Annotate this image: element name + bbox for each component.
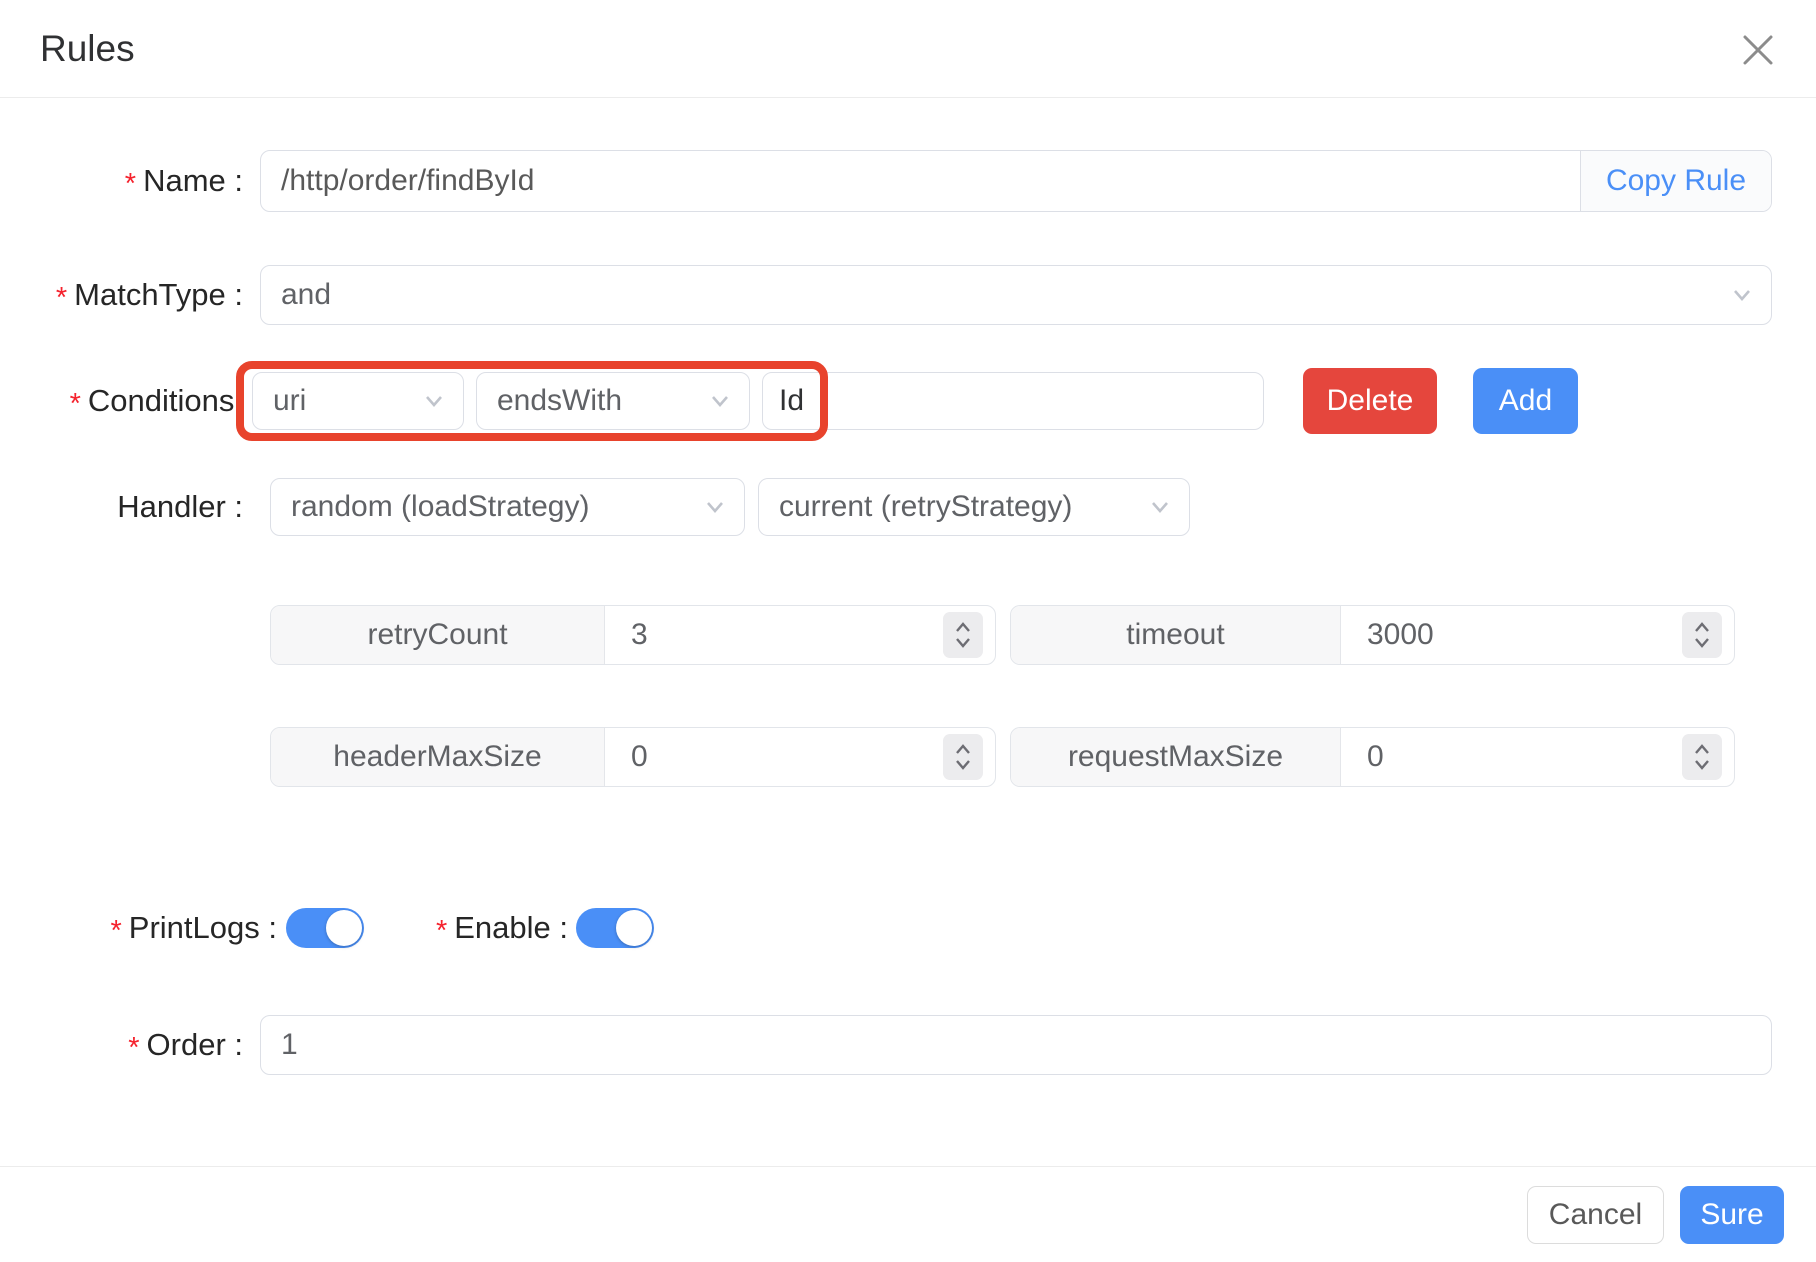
dialog-header: Rules bbox=[0, 0, 1816, 98]
param-timeout: timeout 3000 bbox=[1010, 605, 1735, 665]
matchtype-select[interactable]: and bbox=[260, 265, 1772, 325]
param-retrycount: retryCount 3 bbox=[270, 605, 996, 665]
chevron-down-icon bbox=[712, 396, 728, 407]
name-row: * Name : /http/order/findById Copy Rule bbox=[0, 150, 1816, 212]
matchtype-row: * MatchType : and bbox=[0, 265, 1816, 325]
chevron-down-icon bbox=[1734, 290, 1750, 301]
sure-button[interactable]: Sure bbox=[1680, 1186, 1784, 1244]
condition-key-select[interactable]: uri bbox=[252, 372, 464, 430]
name-input-group: /http/order/findById Copy Rule bbox=[260, 150, 1772, 212]
copy-rule-button[interactable]: Copy Rule bbox=[1580, 151, 1771, 211]
required-marker: * bbox=[124, 167, 137, 200]
stepper-arrows-icon bbox=[956, 622, 970, 648]
number-stepper[interactable] bbox=[1682, 734, 1722, 780]
number-stepper[interactable] bbox=[943, 734, 983, 780]
chevron-down-icon bbox=[426, 396, 442, 407]
printlogs-toggle[interactable] bbox=[286, 908, 364, 948]
param-label: retryCount bbox=[271, 606, 605, 664]
param-label: timeout bbox=[1011, 606, 1341, 664]
required-marker: * bbox=[110, 914, 122, 947]
param-timeout-input[interactable]: 3000 bbox=[1341, 606, 1734, 664]
handler-label: Handler : bbox=[117, 489, 243, 524]
footer-divider bbox=[0, 1166, 1816, 1167]
toggles-row: * PrintLogs : * Enable : bbox=[0, 905, 1816, 951]
param-retrycount-input[interactable]: 3 bbox=[605, 606, 995, 664]
chevron-down-icon bbox=[1152, 502, 1168, 513]
number-stepper[interactable] bbox=[1682, 612, 1722, 658]
add-condition-button[interactable]: Add bbox=[1473, 368, 1578, 434]
name-label: * Name : bbox=[124, 163, 243, 200]
condition-operator-select[interactable]: endsWith bbox=[476, 372, 750, 430]
delete-condition-button[interactable]: Delete bbox=[1303, 368, 1437, 434]
matchtype-label: * MatchType : bbox=[55, 277, 243, 314]
close-button[interactable] bbox=[1730, 22, 1786, 78]
required-marker: * bbox=[55, 281, 68, 314]
chevron-down-icon bbox=[707, 502, 723, 513]
param-requestmaxsize: requestMaxSize 0 bbox=[1010, 727, 1735, 787]
required-marker: * bbox=[69, 387, 81, 420]
param-headermaxsize: headerMaxSize 0 bbox=[270, 727, 996, 787]
param-label: requestMaxSize bbox=[1011, 728, 1341, 786]
conditions-row: * Conditions: uri endsWith Id Delete Add bbox=[0, 361, 1816, 441]
stepper-arrows-icon bbox=[956, 744, 970, 770]
load-strategy-select[interactable]: random (loadStrategy) bbox=[270, 478, 745, 536]
toggle-knob bbox=[326, 910, 362, 946]
toggle-knob bbox=[616, 910, 652, 946]
name-input[interactable]: /http/order/findById bbox=[261, 151, 1580, 211]
close-icon bbox=[1743, 35, 1773, 65]
condition-value-input[interactable]: Id bbox=[762, 372, 1264, 430]
printlogs-label: * PrintLogs : bbox=[110, 910, 278, 947]
param-label: headerMaxSize bbox=[271, 728, 605, 786]
order-input[interactable]: 1 bbox=[260, 1015, 1772, 1075]
number-stepper[interactable] bbox=[943, 612, 983, 658]
param-headermaxsize-input[interactable]: 0 bbox=[605, 728, 995, 786]
conditions-label: * Conditions: bbox=[69, 383, 243, 420]
cancel-button[interactable]: Cancel bbox=[1527, 1186, 1664, 1244]
enable-toggle[interactable] bbox=[576, 908, 654, 948]
retry-strategy-select[interactable]: current (retryStrategy) bbox=[758, 478, 1190, 536]
param-requestmaxsize-input[interactable]: 0 bbox=[1341, 728, 1734, 786]
order-row: * Order : 1 bbox=[0, 1015, 1816, 1075]
handler-row: Handler : random (loadStrategy) current … bbox=[0, 478, 1816, 536]
stepper-arrows-icon bbox=[1695, 744, 1709, 770]
enable-label: * Enable : bbox=[435, 910, 568, 947]
param-row-1: retryCount 3 timeout 3000 bbox=[0, 605, 1816, 665]
dialog-title: Rules bbox=[40, 27, 135, 69]
required-marker: * bbox=[128, 1031, 140, 1064]
order-label: * Order : bbox=[128, 1027, 243, 1064]
required-marker: * bbox=[435, 914, 448, 947]
param-row-2: headerMaxSize 0 requestMaxSize 0 bbox=[0, 727, 1816, 787]
stepper-arrows-icon bbox=[1695, 622, 1709, 648]
